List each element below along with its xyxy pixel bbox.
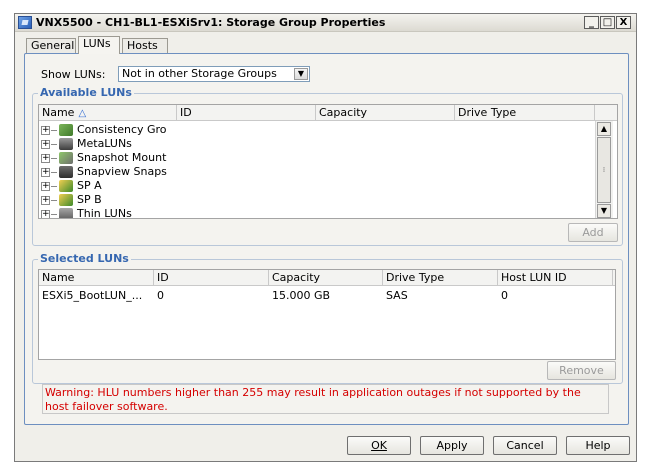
thin-lun-icon: [59, 208, 73, 218]
expand-icon[interactable]: +: [41, 153, 50, 163]
column-name[interactable]: Name: [39, 270, 154, 286]
host-lun-id-cell[interactable]: 0: [501, 289, 508, 303]
selected-luns-group: Selected LUNs Name ID Capacity Drive Typ…: [32, 252, 623, 384]
scroll-down-icon[interactable]: ▼: [597, 204, 611, 218]
selected-luns-header: Name ID Capacity Drive Type Host LUN ID: [39, 270, 615, 286]
storage-group-properties-window: VNX5500 - CH1-BL1-ESXiSrv1: Storage Grou…: [14, 13, 637, 462]
show-luns-select[interactable]: Not in other Storage Groups ▼: [118, 66, 310, 82]
scroll-up-icon[interactable]: ▲: [597, 122, 611, 136]
column-capacity[interactable]: Capacity: [316, 105, 455, 121]
expand-icon[interactable]: +: [41, 209, 50, 218]
lun-drive-type-cell: SAS: [386, 289, 408, 302]
expand-icon[interactable]: +: [41, 139, 50, 149]
column-capacity[interactable]: Capacity: [269, 270, 383, 286]
column-id[interactable]: ID: [177, 105, 316, 121]
expand-icon[interactable]: +: [41, 195, 50, 205]
show-luns-label: Show LUNs:: [41, 68, 106, 81]
column-drive-type[interactable]: Drive Type: [383, 270, 498, 286]
storage-processor-icon: [59, 180, 73, 192]
tab-hosts[interactable]: Hosts: [122, 38, 168, 54]
scroll-thumb[interactable]: ⁞: [597, 137, 611, 203]
hlu-warning-text: Warning: HLU numbers higher than 255 may…: [42, 384, 609, 414]
column-drive-type[interactable]: Drive Type: [455, 105, 595, 121]
app-icon: [18, 16, 32, 29]
metalun-icon: [59, 138, 73, 150]
storage-processor-icon: [59, 194, 73, 206]
available-luns-title: Available LUNs: [38, 86, 134, 99]
lun-name-cell[interactable]: ESXi5_BootLUN_...: [42, 289, 142, 303]
tree-item-sp-b[interactable]: + SP B: [41, 193, 102, 207]
snapview-icon: [59, 166, 73, 178]
selected-luns-title: Selected LUNs: [38, 252, 131, 265]
cancel-button[interactable]: Cancel: [493, 436, 557, 455]
available-luns-group: Available LUNs Name △ ID Capacity Drive T…: [32, 86, 623, 246]
show-luns-selected-value: Not in other Storage Groups: [122, 67, 277, 80]
tab-general[interactable]: General: [26, 38, 76, 54]
minimize-button[interactable]: _: [584, 16, 599, 29]
tree-item-sp-a[interactable]: + SP A: [41, 179, 102, 193]
help-button[interactable]: Help: [566, 436, 630, 455]
available-luns-scrollbar[interactable]: ▲ ⁞ ▼: [595, 121, 613, 218]
snapshot-mount-icon: [59, 152, 73, 164]
sort-ascending-icon: △: [78, 108, 87, 119]
remove-button[interactable]: Remove: [547, 361, 616, 380]
tree-item-snapshot-mount[interactable]: + Snapshot Mount: [41, 151, 166, 165]
title-bar: VNX5500 - CH1-BL1-ESXiSrv1: Storage Grou…: [15, 14, 636, 32]
expand-icon[interactable]: +: [41, 167, 50, 177]
window-title: VNX5500 - CH1-BL1-ESXiSrv1: Storage Grou…: [36, 16, 386, 29]
luns-tab-panel: Show LUNs: Not in other Storage Groups ▼…: [24, 53, 629, 425]
selected-luns-table[interactable]: Name ID Capacity Drive Type Host LUN ID …: [38, 269, 616, 360]
chevron-down-icon[interactable]: ▼: [294, 68, 308, 80]
column-host-lun-id[interactable]: Host LUN ID: [498, 270, 613, 286]
lun-capacity-cell: 15.000 GB: [272, 289, 331, 302]
close-button[interactable]: X: [616, 16, 631, 29]
tree-item-consistency-groups[interactable]: + Consistency Gro: [41, 123, 167, 137]
tree-item-snapview-snaps[interactable]: + Snapview Snaps: [41, 165, 167, 179]
maximize-button[interactable]: □: [600, 16, 615, 29]
tab-luns[interactable]: LUNs: [78, 36, 120, 54]
ok-button[interactable]: OK: [347, 436, 411, 455]
column-id[interactable]: ID: [154, 270, 269, 286]
available-luns-header: Name △ ID Capacity Drive Type: [39, 105, 617, 121]
expand-icon[interactable]: +: [41, 125, 50, 135]
available-luns-tree[interactable]: Name △ ID Capacity Drive Type + Consistenc…: [38, 104, 618, 219]
lun-id-cell: 0: [157, 289, 164, 302]
consistency-group-icon: [59, 124, 73, 136]
tree-item-thin-luns[interactable]: + Thin LUNs: [41, 207, 132, 218]
column-name[interactable]: Name △: [39, 105, 177, 121]
apply-button[interactable]: Apply: [420, 436, 484, 455]
expand-icon[interactable]: +: [41, 181, 50, 191]
tree-item-metaluns[interactable]: + MetaLUNs: [41, 137, 132, 151]
add-button[interactable]: Add: [568, 223, 618, 242]
